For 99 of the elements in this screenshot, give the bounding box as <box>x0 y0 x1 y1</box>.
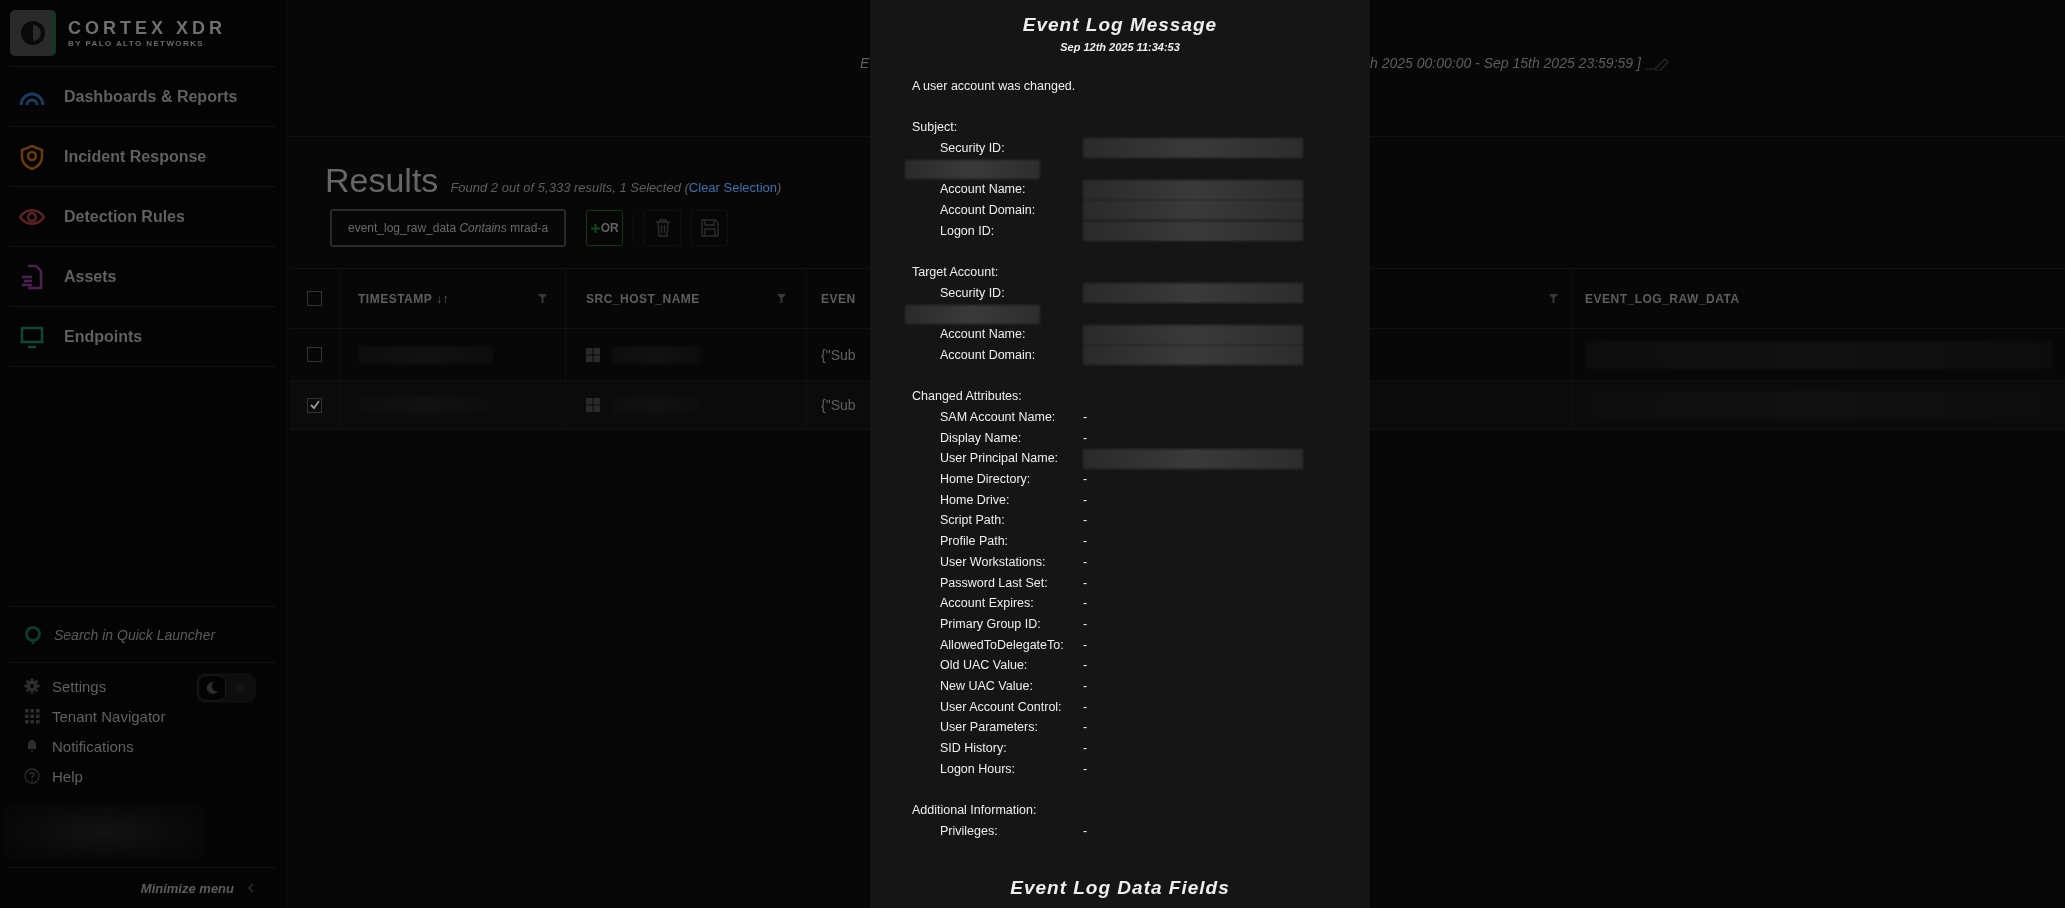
clear-selection-link[interactable]: Clear Selection <box>688 180 777 195</box>
row-checkbox[interactable] <box>307 397 322 413</box>
brand-subtitle: BY PALO ALTO NETWORKS <box>68 39 206 48</box>
section-heading: Target Account: <box>912 264 1000 282</box>
section-title: Event Log Data Fields <box>1009 877 1231 900</box>
field-label: Old UAC Value: <box>940 657 1029 675</box>
delete-button[interactable] <box>644 210 682 246</box>
field-value: - <box>1083 719 1088 737</box>
search-field[interactable]: Search in Quick Launcher <box>52 625 256 644</box>
field-label: Script Path: <box>940 512 1006 530</box>
column-header[interactable]: SRC_HOST_NAME <box>586 291 700 306</box>
nav-item[interactable]: Endpoints <box>10 307 276 367</box>
logo-icon <box>10 10 56 56</box>
field-label: Account Expires: <box>940 595 1035 613</box>
field-label: Logon ID: <box>940 222 996 240</box>
nav-item[interactable]: Assets <box>10 247 276 307</box>
filter-icon[interactable] <box>538 294 547 303</box>
minimize-menu-link[interactable]: Minimize menu <box>140 880 234 896</box>
field-label: User Workstations: <box>940 553 1047 571</box>
field-label: Password Last Set: <box>940 574 1049 592</box>
theme-toggle[interactable] <box>196 673 256 703</box>
field-value: - <box>1083 471 1088 489</box>
nav-item[interactable]: Detection Rules <box>10 187 276 247</box>
field-value: - <box>1083 553 1088 571</box>
floppy-icon <box>700 219 719 237</box>
field-value: - <box>1083 677 1088 695</box>
column-header[interactable]: EVENT_LOG_RAW_DATA <box>1585 291 1740 306</box>
results-summary: Found 2 out of 5,333 results, 1 Selected (Clear Selection) <box>450 180 782 195</box>
field-label: New UAC Value: <box>940 677 1034 695</box>
menu-link[interactable]: Help <box>24 761 166 791</box>
event-summary: A user account was changed. <box>912 78 1077 95</box>
field-label: Primary Group ID: <box>940 615 1042 633</box>
field-label: Home Drive: <box>940 491 1011 509</box>
windows-icon <box>586 398 600 412</box>
brand-name: CORTEX XDR <box>68 18 226 39</box>
section-heading: Additional Information: <box>912 802 1038 820</box>
field-label: Privileges: <box>940 822 999 840</box>
settings-icon <box>24 678 40 694</box>
field-label: Security ID: <box>940 284 1006 302</box>
field-value: - <box>1083 595 1088 613</box>
field-label: Logon Hours: <box>940 760 1017 778</box>
field-value: - <box>1083 822 1088 840</box>
field-label: User Principal Name: <box>940 450 1060 468</box>
filter-icon[interactable] <box>777 294 786 303</box>
field-value: - <box>1083 760 1088 778</box>
help-icon <box>24 768 40 784</box>
field-label: Display Name: <box>940 429 1023 447</box>
event-date: Sep 12th 2025 11:34:53 <box>1059 41 1181 53</box>
field-value: - <box>1083 429 1088 447</box>
field-label: SAM Account Name: <box>940 409 1057 426</box>
plus-icon <box>590 223 600 233</box>
chevron-left-icon[interactable] <box>246 882 256 894</box>
query-text: h 2025 00:00:00 - Sep 15th 2025 23:59:59 ] <box>1370 55 1641 71</box>
table-cell: {"Sub <box>821 397 856 413</box>
nav-item[interactable]: Dashboards & Reports <box>10 67 276 127</box>
nav-item[interactable]: Incident Response <box>10 127 276 187</box>
field-label: User Parameters: <box>940 719 1039 737</box>
save-button[interactable] <box>691 210 729 246</box>
grid-icon <box>24 708 40 724</box>
menu-link[interactable]: Notifications <box>24 731 166 761</box>
menu-link[interactable]: Settings <box>24 671 166 701</box>
field-value: - <box>1083 615 1088 633</box>
dialog-title: Event Log Message <box>1021 14 1219 36</box>
field-value: - <box>1083 657 1088 675</box>
section-heading: Changed Attributes: <box>912 388 1023 406</box>
trash-icon <box>654 219 671 237</box>
select-all-checkbox[interactable] <box>307 291 322 306</box>
field-value: - <box>1083 636 1088 654</box>
field-label: Profile Path: <box>940 533 1010 551</box>
filter-icon[interactable] <box>1549 294 1558 303</box>
field-label: Security ID: <box>940 140 1006 158</box>
field-label: Account Name: <box>940 181 1027 199</box>
field-label: Account Domain: <box>940 346 1037 364</box>
field-label: SID History: <box>940 740 1008 757</box>
query-text: E <box>860 55 871 71</box>
menu-link[interactable]: Tenant Navigator <box>24 701 166 731</box>
search-icon <box>24 624 42 645</box>
field-label: User Account Control: <box>940 698 1063 716</box>
field-label: Account Name: <box>940 326 1027 344</box>
field-value: - <box>1083 740 1088 757</box>
field-label: AllowedToDelegateTo: <box>940 636 1065 654</box>
row-checkbox[interactable] <box>307 347 322 362</box>
filter-chip[interactable]: event_log_raw_data Contains mrad-a <box>330 209 567 247</box>
field-label: Account Domain: <box>940 202 1037 220</box>
field-value: - <box>1083 698 1088 716</box>
table-cell: {"Sub <box>821 346 856 363</box>
column-header[interactable]: EVEN <box>821 291 856 306</box>
moon-icon[interactable] <box>198 675 226 701</box>
field-value: - <box>1083 491 1088 509</box>
field-value: - <box>1083 512 1088 530</box>
field-value: - <box>1083 409 1088 426</box>
results-title: Results <box>325 161 439 200</box>
field-label: Home Directory: <box>940 471 1032 489</box>
field-value: - <box>1083 574 1088 592</box>
section-heading: Subject: <box>912 119 959 137</box>
windows-icon <box>586 347 600 362</box>
add-or-button[interactable]: OR <box>586 210 624 246</box>
field-value: - <box>1083 533 1088 551</box>
column-header[interactable]: TIMESTAMP ↓↑ <box>358 291 449 306</box>
